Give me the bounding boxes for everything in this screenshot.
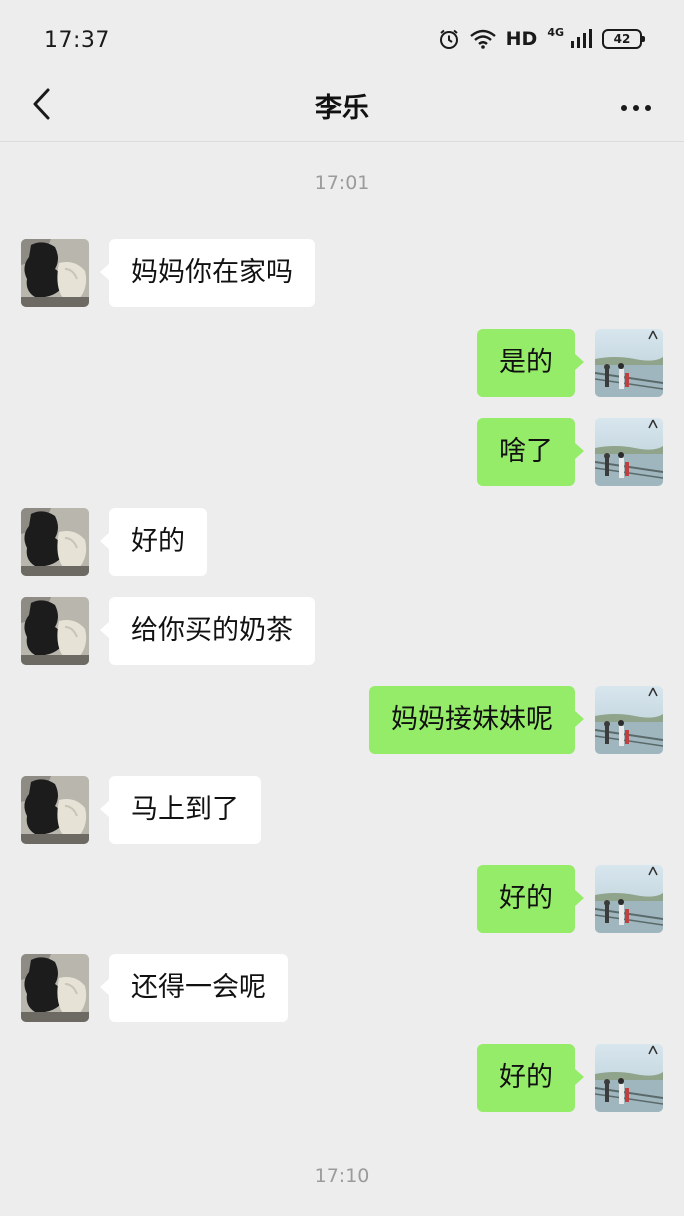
message-row-outgoing: 好的: [0, 1044, 684, 1112]
message-bubble-outgoing[interactable]: 啥了: [477, 418, 584, 486]
message-row-outgoing: 好的: [0, 865, 684, 933]
more-dots-icon: [620, 97, 652, 116]
message-row-incoming: 马上到了: [0, 776, 684, 844]
chat-timestamp: 17:10: [314, 1165, 370, 1187]
message-bubble-incoming[interactable]: 还得一会呢: [100, 954, 288, 1022]
my-avatar[interactable]: [595, 418, 663, 486]
my-avatar[interactable]: [595, 329, 663, 397]
message-row-outgoing: 妈妈接妹妹呢: [0, 686, 684, 754]
status-bar: 17:37 HD 4G 42: [0, 0, 684, 72]
wifi-icon: [469, 29, 496, 49]
message-row-outgoing: 啥了: [0, 418, 684, 486]
contact-avatar[interactable]: [21, 954, 89, 1022]
contact-avatar[interactable]: [21, 597, 89, 665]
message-row-incoming: 妈妈你在家吗: [0, 239, 684, 307]
message-bubble-outgoing[interactable]: 是的: [477, 329, 584, 397]
status-icons: HD 4G 42: [438, 26, 645, 50]
message-row-incoming: 好的: [0, 508, 684, 576]
more-button[interactable]: [616, 88, 656, 124]
contact-avatar[interactable]: [21, 239, 89, 307]
message-bubble-incoming[interactable]: 马上到了: [100, 776, 261, 844]
message-row-outgoing: 是的: [0, 329, 684, 397]
contact-avatar[interactable]: [21, 776, 89, 844]
battery-icon: 42: [602, 29, 645, 49]
message-row-incoming: 给你买的奶茶: [0, 597, 684, 665]
message-bubble-incoming[interactable]: 妈妈你在家吗: [100, 239, 315, 307]
my-avatar[interactable]: [595, 865, 663, 933]
contact-avatar[interactable]: [21, 508, 89, 576]
hd-label: HD: [505, 28, 538, 50]
my-avatar[interactable]: [595, 1044, 663, 1112]
my-avatar[interactable]: [595, 686, 663, 754]
message-bubble-incoming[interactable]: 给你买的奶茶: [100, 597, 315, 665]
network-type-label: 4G: [547, 26, 564, 39]
message-row-incoming: 还得一会呢: [0, 954, 684, 1022]
message-bubble-outgoing[interactable]: 好的: [477, 865, 584, 933]
status-time: 17:37: [44, 28, 110, 53]
chat-header: 李乐: [0, 72, 684, 142]
message-bubble-incoming[interactable]: 好的: [100, 508, 207, 576]
signal-icon: [570, 29, 592, 49]
chat-timestamp: 17:01: [314, 172, 370, 194]
message-bubble-outgoing[interactable]: 好的: [477, 1044, 584, 1112]
message-bubble-outgoing[interactable]: 妈妈接妹妹呢: [369, 686, 584, 754]
contact-name-title[interactable]: 李乐: [0, 86, 684, 125]
alarm-icon: [438, 28, 460, 50]
chat-screen: 17:37 HD 4G 42 李乐 17:01 17:10 妈妈你在家吗 是的 …: [0, 0, 684, 1216]
battery-level: 42: [613, 32, 631, 46]
